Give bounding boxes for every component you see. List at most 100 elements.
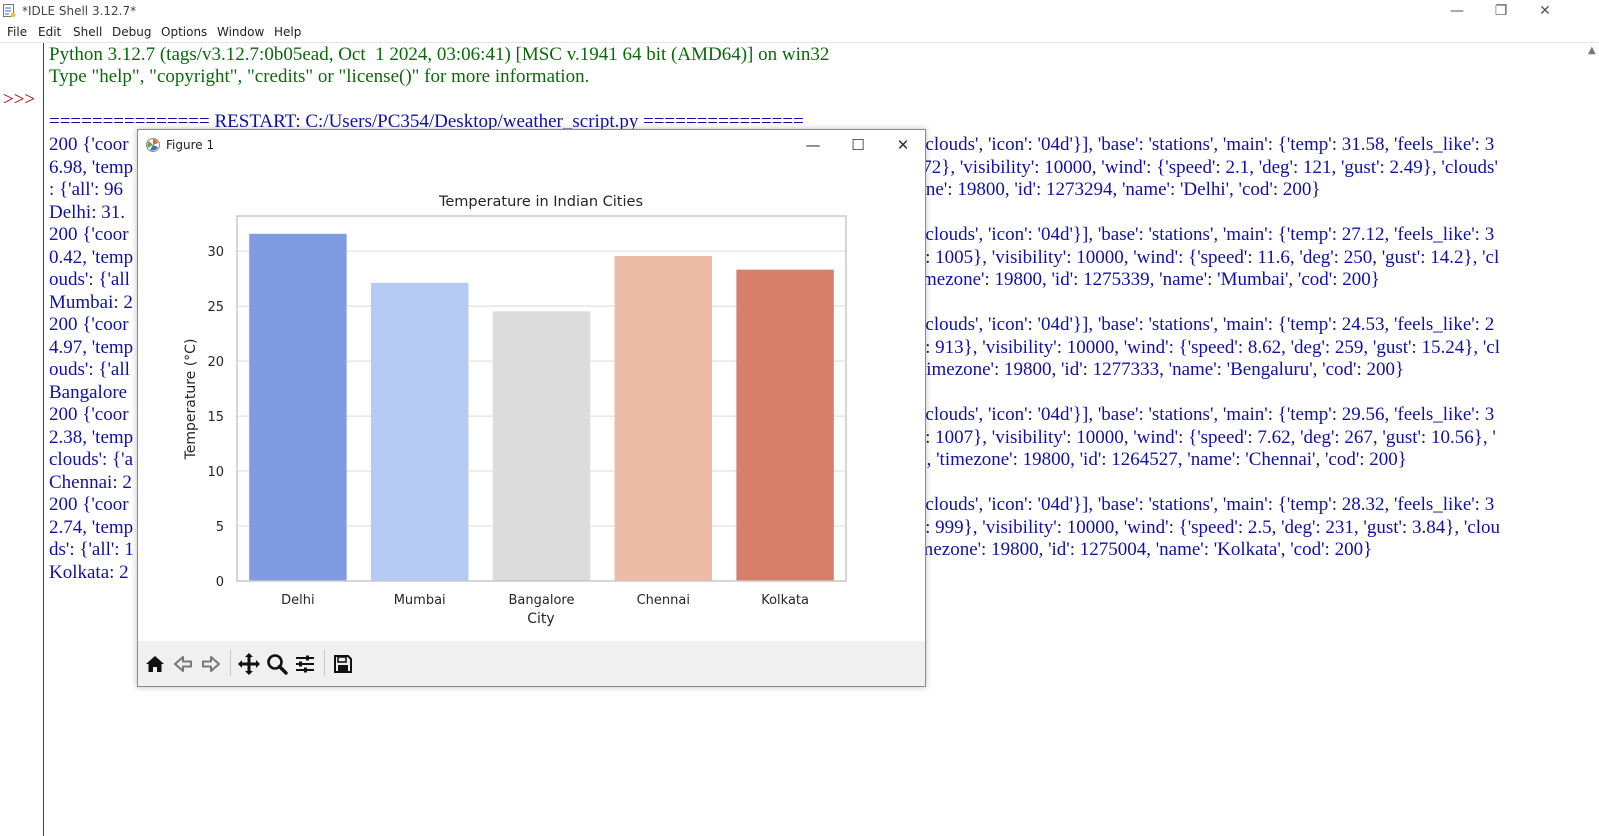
close-button[interactable]: ✕ bbox=[1523, 0, 1567, 22]
idle-app-icon bbox=[3, 4, 16, 18]
forward-button[interactable] bbox=[198, 652, 224, 676]
bar-mumbai bbox=[370, 282, 469, 581]
output-line: , 'timezone': 19800, 'id': 1277333, 'nam… bbox=[908, 359, 1405, 380]
forward-icon bbox=[202, 656, 220, 672]
output-line: 6.98, 'temp bbox=[49, 156, 134, 178]
output-line: st clouds', 'icon': '04d'}], 'base': 'st… bbox=[908, 494, 1495, 515]
bar-kolkata bbox=[736, 269, 834, 581]
output-line: Delhi: 31. bbox=[49, 201, 125, 223]
minimize-icon: — bbox=[1450, 3, 1464, 19]
minimize-button[interactable]: — bbox=[1435, 0, 1479, 22]
figure-window: Figure 1 — ☐ ✕ 0 5 10 15 20 25 30 Delhi Mumbai B… bbox=[137, 129, 926, 687]
output-line: 200 {'coor bbox=[49, 494, 129, 515]
menu-bar: File Edit Shell Debug Options Window Hel… bbox=[0, 22, 1599, 42]
output-line: 2.74, 'temp bbox=[49, 516, 134, 538]
chart-title: Temperature in Indian Cities bbox=[438, 194, 643, 210]
title-bar: *IDLE Shell 3.12.7* — ❐ ✕ bbox=[0, 0, 1599, 22]
bar-delhi bbox=[249, 233, 347, 581]
figure-maximize-button[interactable]: ☐ bbox=[838, 133, 878, 157]
pan-button[interactable] bbox=[236, 652, 262, 676]
output-line: 'timezone': 19800, 'id': 1275339, 'name'… bbox=[908, 269, 1380, 290]
output-line: 972}, 'visibility': 10000, 'wind': {'spe… bbox=[908, 156, 1498, 178]
bar-bangalore bbox=[492, 311, 591, 581]
y-tick-label: 10 bbox=[207, 465, 224, 480]
shell-sidebar bbox=[0, 43, 44, 836]
menu-help[interactable]: Help bbox=[274, 25, 301, 39]
save-button[interactable] bbox=[330, 652, 356, 676]
output-line: el': 1007}, 'visibility': 10000, 'wind':… bbox=[908, 426, 1496, 448]
close-icon: ✕ bbox=[1539, 3, 1551, 19]
output-line: timezone': 19800, 'id': 1275004, 'name':… bbox=[908, 539, 1373, 560]
x-axis-label: City bbox=[527, 611, 554, 627]
output-line: Mumbai: 2 bbox=[49, 291, 133, 313]
output-line: 5}, 'timezone': 19800, 'id': 1264527, 'n… bbox=[908, 449, 1407, 470]
output-line: Chennai: 2 bbox=[49, 471, 132, 493]
scroll-up-arrow-icon[interactable]: ▲ bbox=[1588, 45, 1596, 56]
save-icon bbox=[334, 655, 352, 673]
restore-button[interactable]: ❐ bbox=[1479, 0, 1523, 22]
shell-prompt: >>> bbox=[3, 89, 36, 110]
x-tick-label: Delhi bbox=[281, 593, 314, 608]
output-line: st clouds', 'icon': '04d'}], 'base': 'st… bbox=[908, 134, 1495, 155]
output-line: st clouds', 'icon': '04d'}], 'base': 'st… bbox=[908, 314, 1495, 335]
output-line: : {'all': 96 bbox=[49, 179, 124, 200]
output-line: Kolkata: 2 bbox=[49, 561, 129, 583]
pan-icon bbox=[238, 653, 260, 675]
y-tick-label: 15 bbox=[207, 410, 224, 425]
figure-title: Figure 1 bbox=[166, 138, 215, 152]
navigation-toolbar bbox=[138, 641, 925, 686]
output-line: 0.42, 'temp bbox=[49, 246, 134, 268]
output-line: 200 {'coor bbox=[49, 404, 129, 425]
menu-edit[interactable]: Edit bbox=[38, 25, 61, 39]
y-tick-label: 5 bbox=[216, 520, 224, 535]
x-tick-label: Kolkata bbox=[761, 593, 809, 608]
figure-canvas[interactable]: 0 5 10 15 20 25 30 Delhi Mumbai Bangalore Chennai… bbox=[138, 160, 925, 635]
y-tick-label: 20 bbox=[207, 355, 224, 370]
home-button[interactable] bbox=[142, 652, 168, 676]
menu-window[interactable]: Window bbox=[217, 25, 264, 39]
x-tick-label: Chennai bbox=[637, 593, 690, 608]
y-tick-label: 25 bbox=[207, 300, 224, 315]
menu-options[interactable]: Options bbox=[161, 25, 207, 39]
toolbar-divider bbox=[230, 650, 231, 676]
maximize-icon: ☐ bbox=[851, 136, 865, 154]
output-line: 200 {'coor bbox=[49, 224, 129, 245]
output-line: 4.97, 'temp bbox=[49, 336, 134, 358]
back-icon bbox=[174, 656, 192, 672]
close-icon: ✕ bbox=[896, 136, 910, 154]
back-button[interactable] bbox=[170, 652, 196, 676]
figure-minimize-button[interactable]: — bbox=[793, 133, 833, 157]
y-tick-label: 30 bbox=[207, 245, 224, 260]
output-line: ouds': {'all bbox=[49, 359, 130, 380]
output-line: el': 913}, 'visibility': 10000, 'wind': … bbox=[908, 336, 1500, 358]
vertical-scrollbar[interactable] bbox=[1586, 43, 1599, 836]
window-title: *IDLE Shell 3.12.7* bbox=[22, 4, 137, 18]
banner-line: Type "help", "copyright", "credits" or "… bbox=[49, 66, 590, 87]
menu-file[interactable]: File bbox=[7, 25, 27, 39]
banner-line: Python 3.12.7 (tags/v3.12.7:0b05ead, Oct… bbox=[49, 44, 830, 65]
output-line: clouds': {'a bbox=[49, 449, 134, 470]
output-line: 2.38, 'temp bbox=[49, 426, 134, 448]
menu-shell[interactable]: Shell bbox=[73, 25, 102, 39]
figure-close-button[interactable]: ✕ bbox=[883, 133, 923, 157]
output-line: Bangalore bbox=[49, 381, 128, 403]
x-tick-label: Bangalore bbox=[509, 593, 575, 608]
output-line: zone': 19800, 'id': 1273294, 'name': 'De… bbox=[908, 179, 1321, 200]
figure-title-bar: Figure 1 — ☐ ✕ bbox=[138, 130, 925, 160]
zoom-icon bbox=[267, 654, 288, 675]
output-line: el': 999}, 'visibility': 10000, 'wind': … bbox=[908, 516, 1500, 538]
minimize-icon: — bbox=[805, 136, 821, 154]
configure-icon bbox=[296, 655, 314, 673]
x-tick-label: Mumbai bbox=[394, 593, 446, 608]
output-line: el': 1005}, 'visibility': 10000, 'wind':… bbox=[908, 246, 1500, 268]
output-line: ds': {'all': 1 bbox=[49, 539, 134, 560]
zoom-button[interactable] bbox=[264, 652, 290, 676]
configure-subplots-button[interactable] bbox=[292, 652, 318, 676]
y-tick-label: 0 bbox=[216, 575, 224, 590]
home-icon bbox=[146, 656, 164, 672]
output-line: ouds': {'all bbox=[49, 269, 130, 290]
menu-debug[interactable]: Debug bbox=[112, 25, 151, 39]
output-line: 200 {'coor bbox=[49, 314, 129, 335]
matplotlib-icon bbox=[146, 138, 160, 152]
output-line: st clouds', 'icon': '04d'}], 'base': 'st… bbox=[908, 224, 1495, 245]
